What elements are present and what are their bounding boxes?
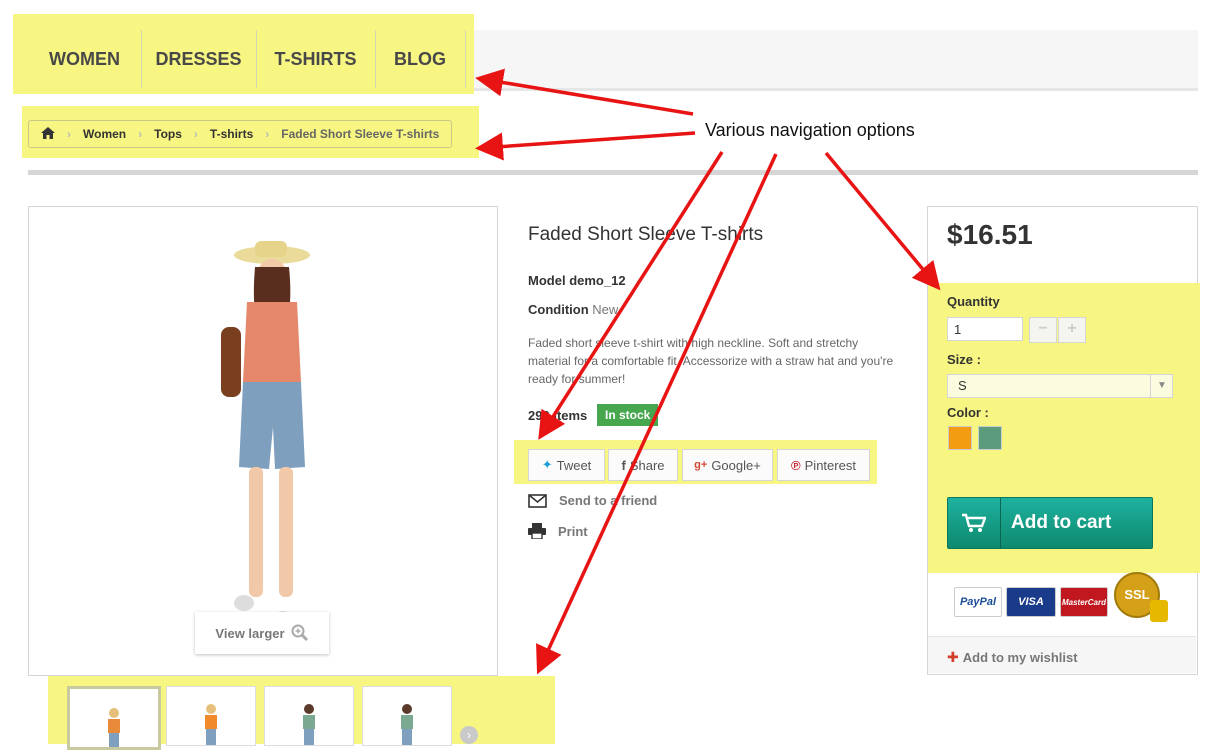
color-swatch-green[interactable]: [978, 426, 1002, 450]
nav-item-women[interactable]: WOMEN: [28, 30, 142, 88]
quantity-minus-button[interactable]: −: [1029, 317, 1057, 343]
tweet-button[interactable]: ✦ Tweet: [528, 449, 605, 481]
twitter-icon: ✦: [541, 457, 553, 472]
thumbnail-2[interactable]: [166, 686, 256, 746]
nav-item-blog[interactable]: BLOG: [375, 30, 466, 88]
send-to-friend-link[interactable]: Send to a friend: [528, 493, 657, 508]
condition-value: New: [592, 302, 619, 317]
view-larger-button[interactable]: View larger: [195, 612, 329, 654]
breadcrumb: › Women › Tops › T-shirts › Faded Short …: [28, 120, 453, 148]
facebook-icon: f: [621, 457, 626, 473]
cart-icon: [948, 498, 1001, 548]
quantity-count: 299: [528, 408, 550, 423]
pinterest-icon: ℗: [791, 457, 801, 473]
product-description: Faded short sleeve t-shirt with high nec…: [528, 336, 894, 386]
envelope-icon: [528, 493, 547, 508]
product-image[interactable]: [28, 206, 498, 676]
share-label: Share: [629, 457, 665, 473]
breadcrumb-current: Faded Short Sleeve T-shirts: [281, 127, 440, 141]
model-value: demo_12: [569, 273, 626, 288]
thumbnail-3[interactable]: [264, 686, 354, 746]
print-icon: [528, 523, 546, 539]
model-row: Model demo_12: [528, 273, 626, 288]
share-button[interactable]: f Share: [608, 449, 678, 481]
home-icon[interactable]: [29, 126, 67, 142]
view-larger-label: View larger: [215, 625, 285, 641]
send-to-friend-label: Send to a friend: [559, 493, 658, 508]
section-divider: [28, 170, 1198, 175]
google-plus-button[interactable]: g+ Google+: [682, 449, 773, 481]
lock-icon: [1150, 600, 1168, 622]
paypal-logo: PayPal: [954, 587, 1002, 617]
pinterest-button[interactable]: ℗ Pinterest: [777, 449, 870, 481]
size-label: Size :: [947, 352, 981, 367]
product-price: $16.51: [947, 219, 1033, 250]
add-to-cart-label: Add to cart: [1011, 512, 1112, 533]
thumbnail-4[interactable]: [362, 686, 452, 746]
color-swatch-orange[interactable]: [948, 426, 972, 450]
google-plus-label: Google+: [711, 457, 761, 473]
items-label: Items: [553, 408, 588, 423]
breadcrumb-t-shirts[interactable]: T-shirts: [198, 127, 265, 141]
zoom-icon: [291, 624, 308, 642]
quantity-label: Quantity: [947, 294, 1000, 309]
size-select[interactable]: S: [947, 374, 1173, 398]
condition-label: Condition: [528, 302, 589, 317]
pinterest-label: Pinterest: [804, 457, 856, 473]
print-link[interactable]: Print: [528, 523, 588, 539]
product-title: Faded Short Sleeve T-shirts: [528, 224, 764, 245]
nav-item-t-shirts[interactable]: T-SHIRTS: [256, 30, 376, 88]
quantity-input[interactable]: 1: [947, 317, 1023, 341]
google-plus-icon: g+: [694, 459, 708, 471]
breadcrumb-women[interactable]: Women: [71, 127, 138, 141]
print-label: Print: [558, 523, 588, 539]
mastercard-logo: MasterCard: [1060, 587, 1108, 617]
quantity-plus-button[interactable]: +: [1058, 317, 1086, 343]
thumbnail-next-icon[interactable]: ›: [460, 726, 478, 744]
color-label: Color :: [947, 405, 989, 420]
condition-row: Condition New: [528, 302, 618, 317]
gift-icon: ✚: [947, 649, 959, 665]
tweet-label: Tweet: [556, 457, 592, 473]
stock-badge: In stock: [597, 404, 659, 426]
model-photo-illustration: [221, 241, 310, 627]
breadcrumb-tops[interactable]: Tops: [142, 127, 194, 141]
chevron-down-icon[interactable]: ▼: [1150, 375, 1173, 397]
thumbnail-1[interactable]: [67, 686, 161, 750]
wishlist-label: Add to my wishlist: [962, 650, 1078, 665]
model-label: Model: [528, 273, 566, 288]
quantity-available: 299 Items: [528, 408, 587, 423]
add-to-wishlist-link[interactable]: ✚ Add to my wishlist: [947, 649, 1078, 666]
annotation-label: Various navigation options: [705, 120, 915, 140]
visa-logo: VISA: [1006, 587, 1056, 617]
add-to-cart-button[interactable]: Add to cart: [947, 497, 1153, 549]
nav-item-dresses[interactable]: DRESSES: [141, 30, 257, 88]
